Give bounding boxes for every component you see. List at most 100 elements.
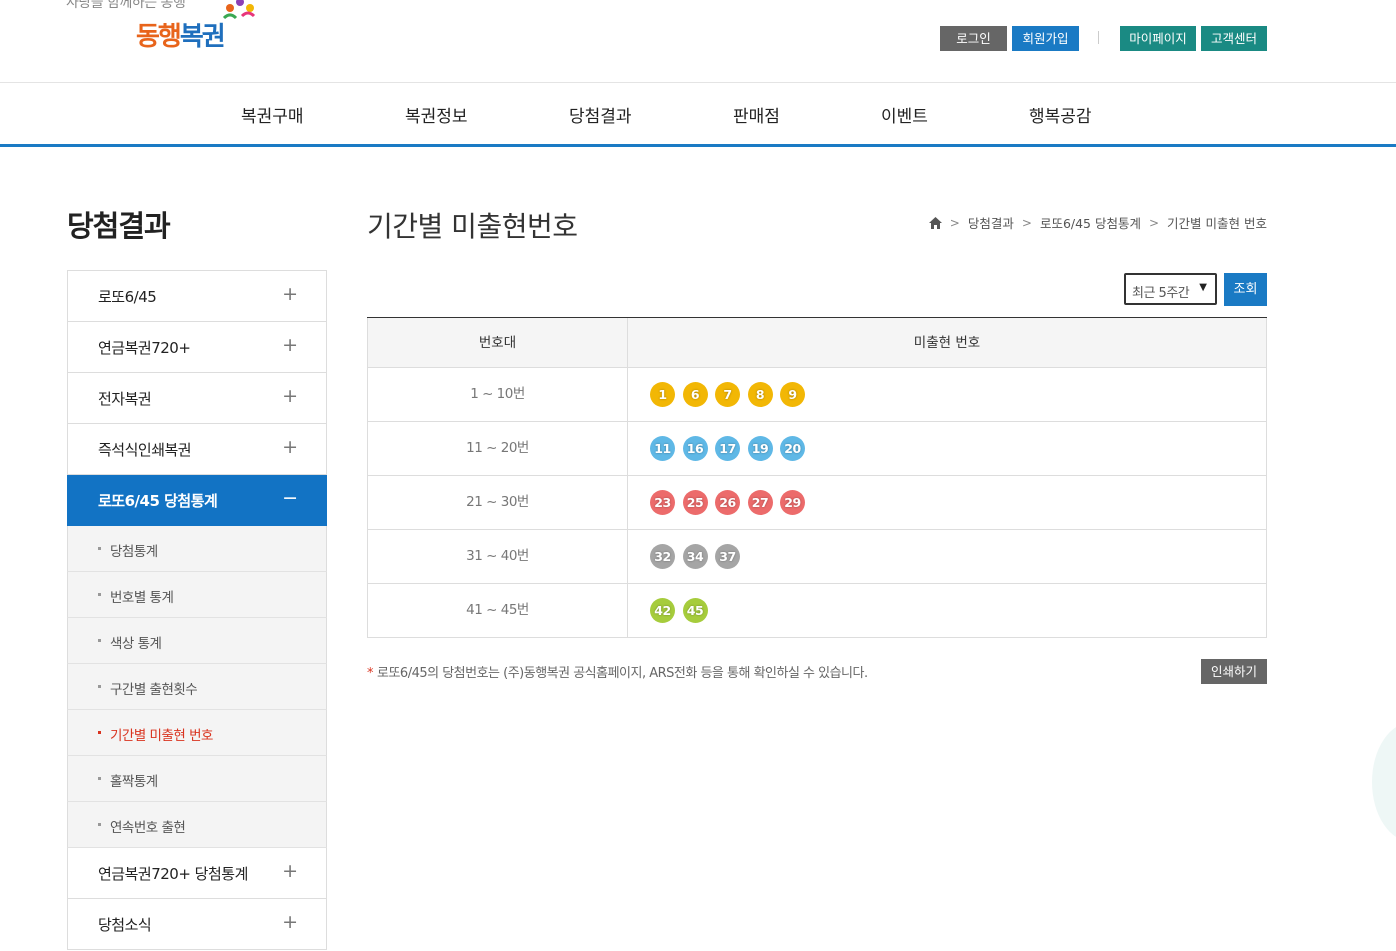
lotto-ball: 27 — [747, 490, 773, 515]
join-button[interactable]: 회원가입 — [1012, 26, 1079, 51]
number-balls: 23 25 26 27 29 — [650, 490, 805, 515]
sidebar-item-label: 전자복권 — [98, 390, 152, 408]
range-cell: 31 ~ 40번 — [368, 530, 628, 583]
bullet-icon — [98, 547, 101, 550]
range-cell: 21 ~ 30번 — [368, 476, 628, 529]
sidebar-item-instant-print[interactable]: 즉석식인쇄복권 + — [67, 424, 327, 475]
login-button[interactable]: 로그인 — [940, 26, 1007, 51]
expand-icon: + — [282, 436, 298, 458]
nav-item-events[interactable]: 이벤트 — [881, 102, 928, 127]
sidebar-item-label: 로또6/45 — [98, 288, 157, 306]
lotto-ball: 25 — [682, 490, 708, 515]
sidebar-item-label: 즉석식인쇄복권 — [98, 441, 192, 459]
table-header: 번호대 미출현 번호 — [367, 318, 1267, 368]
search-button[interactable]: 조회 — [1224, 273, 1267, 306]
sidebar-item-label: 연금복권720+ — [98, 339, 191, 357]
nav-item-happiness[interactable]: 행복공감 — [1029, 102, 1092, 127]
column-header-range: 번호대 — [368, 318, 628, 368]
range-cell: 11 ~ 20번 — [368, 422, 628, 475]
home-icon[interactable] — [928, 216, 942, 229]
bullet-icon — [98, 685, 101, 688]
sidebar-subitem-number-stats[interactable]: 번호별 통계 — [67, 572, 327, 618]
sidebar-item-pension720-stats[interactable]: 연금복권720+ 당첨통계 + — [67, 848, 327, 899]
nav-item-buy[interactable]: 복권구매 — [241, 102, 304, 127]
sidebar-item-pension720[interactable]: 연금복권720+ + — [67, 322, 327, 373]
lotto-ball: 45 — [682, 598, 708, 623]
sidebar-item-win-news[interactable]: 당첨소식 + — [67, 899, 327, 950]
number-balls: 11 16 17 19 20 — [650, 436, 805, 461]
lotto-ball: 8 — [747, 382, 773, 407]
table-body: 1 ~ 10번 1 6 7 8 9 11 ~ 20번 11 16 17 19 20 21 ~ 30번 23… — [367, 368, 1267, 638]
breadcrumb-item[interactable]: 로또6/45 당첨통계 — [1040, 213, 1141, 232]
sidebar-item-label: 로또6/45 당첨통계 — [98, 492, 218, 510]
expand-icon: + — [282, 385, 298, 407]
table-row: 21 ~ 30번 23 25 26 27 29 — [367, 476, 1267, 530]
sidebar-item-e-lottery[interactable]: 전자복권 + — [67, 373, 327, 424]
logo-name: 동행복권 — [136, 16, 226, 53]
sidebar-subitem-range-count[interactable]: 구간별 출현횟수 — [67, 664, 327, 710]
decorative-circle — [1372, 722, 1396, 842]
expand-icon: + — [282, 860, 298, 882]
asterisk-mark: * — [367, 666, 374, 681]
sidebar-item-lotto645[interactable]: 로또6/45 + — [67, 270, 327, 322]
unselected-numbers-table: 번호대 미출현 번호 1 ~ 10번 1 6 7 8 9 11 ~ 20번 11 16 17 19 2… — [367, 317, 1267, 638]
sidebar-subitem-win-stats[interactable]: 당첨통계 — [67, 526, 327, 572]
sidebar-item-lotto645-stats[interactable]: 로또6/45 당첨통계 − — [67, 475, 327, 526]
bullet-icon — [98, 639, 101, 642]
notice-text: * 로또6/45의 당첨번호는 (주)동행복권 공식홈페이지, ARS전화 등을 … — [367, 662, 868, 681]
sidebar-item-label: 당첨소식 — [98, 916, 152, 934]
number-balls: 42 45 — [650, 598, 708, 623]
lotto-ball: 42 — [650, 598, 675, 623]
sidebar-subitem-label: 홀짝통계 — [110, 774, 158, 790]
nav-item-info[interactable]: 복권정보 — [405, 102, 468, 127]
bullet-icon — [98, 823, 101, 826]
table-row: 41 ~ 45번 42 45 — [367, 584, 1267, 638]
sidebar-subitem-label: 당첨통계 — [110, 544, 158, 560]
range-cell: 1 ~ 10번 — [368, 368, 628, 421]
sidebar-subitem-color-stats[interactable]: 색상 통계 — [67, 618, 327, 664]
range-cell: 41 ~ 45번 — [368, 584, 628, 637]
lotto-ball: 16 — [682, 436, 708, 461]
logo-name-part1: 동행 — [136, 22, 182, 52]
period-select-value: 최근 5주간 — [1132, 286, 1190, 301]
sidebar-title: 당첨결과 — [67, 209, 171, 243]
sidebar-subitem-consecutive[interactable]: 연속번호 출현 — [67, 802, 327, 848]
number-balls: 16789 — [650, 382, 805, 407]
mypage-button[interactable]: 마이페이지 — [1120, 26, 1196, 51]
chevron-right-icon: > — [1148, 215, 1160, 230]
lotto-ball: 11 — [650, 436, 675, 461]
table-row: 31 ~ 40번 32 34 37 — [367, 530, 1267, 584]
main-navigation: 복권구매 복권정보 당첨결과 판매점 이벤트 행복공감 — [0, 83, 1396, 147]
lotto-ball: 23 — [650, 490, 675, 515]
chevron-right-icon: > — [1021, 215, 1032, 230]
chevron-right-icon: > — [949, 215, 960, 230]
site-header: 사랑을 함께하는 동행 동행복권 로그인 회원가입 마이페이지 고객센터 — [0, 0, 1396, 83]
nav-item-stores[interactable]: 판매점 — [733, 102, 780, 127]
breadcrumb-current: 기간별 미출현 번호 — [1167, 216, 1267, 231]
sidebar-item-label: 연금복권720+ 당첨통계 — [98, 865, 248, 883]
customer-center-button[interactable]: 고객센터 — [1201, 26, 1267, 51]
sidebar-subitem-odd-even[interactable]: 홀짝통계 — [67, 756, 327, 802]
sidebar-subitem-label: 색상 통계 — [110, 636, 162, 652]
sidebar-subitem-label: 구간별 출현횟수 — [110, 682, 198, 698]
expand-icon: + — [282, 334, 298, 356]
breadcrumb-item[interactable]: 당첨결과 — [968, 213, 1014, 232]
nav-item-results[interactable]: 당첨결과 — [569, 102, 632, 127]
bullet-icon — [98, 593, 101, 596]
sidebar-subitem-label: 연속번호 출현 — [110, 820, 186, 836]
logo-mark-icon — [222, 0, 256, 20]
lotto-ball: 17 — [715, 436, 740, 461]
lotto-ball: 19 — [747, 436, 773, 461]
sidebar-subitem-label: 기간별 미출현 번호 — [110, 728, 213, 744]
sidebar-subitem-unselected-numbers[interactable]: 기간별 미출현 번호 — [67, 710, 327, 756]
lotto-ball: 7 — [715, 382, 740, 407]
lotto-ball: 1 — [650, 382, 675, 407]
period-select[interactable]: 최근 5주간 ▼ — [1124, 273, 1217, 305]
table-row: 1 ~ 10번 1 6 7 8 9 — [367, 368, 1267, 422]
lotto-ball: 20 — [780, 436, 805, 461]
lotto-ball: 26 — [715, 490, 740, 515]
site-logo[interactable]: 사랑을 함께하는 동행 동행복권 — [66, 0, 266, 62]
sidebar-subitem-label: 번호별 통계 — [110, 590, 174, 606]
print-button[interactable]: 인쇄하기 — [1201, 659, 1267, 684]
logo-slogan: 사랑을 함께하는 동행 — [66, 0, 186, 11]
